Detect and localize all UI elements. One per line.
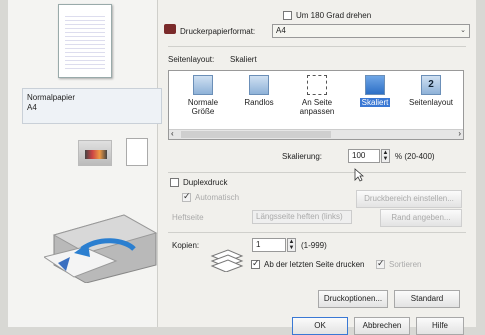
normal-size-icon [193, 75, 213, 95]
copies-range: (1-999) [301, 241, 327, 250]
settings-panel: Um 180 Grad drehen Druckerpapierformat: … [158, 0, 476, 335]
copies-stack-icon [210, 249, 244, 272]
preview-panel: Normalpapier A4 [8, 0, 162, 327]
binding-dropdown[interactable]: Längsseite heften (links) [252, 210, 352, 224]
rotate-180-checkbox[interactable] [283, 11, 292, 20]
layout-item-fit-to-page[interactable]: An Seite anpassen [291, 75, 343, 116]
layout-item-normal[interactable]: Normale Größe [177, 75, 229, 116]
page-preview [58, 4, 112, 78]
ink-cartridge-icon [78, 140, 112, 166]
dialog-frame: Normalpapier A4 Um 180 Grad drehen Druck… [8, 0, 476, 335]
print-area-button[interactable]: Druckbereich einstellen... [356, 190, 462, 208]
copies-label: Kopien: [172, 241, 200, 250]
duplex-checkbox[interactable] [170, 178, 179, 187]
page-layout-current: Skaliert [230, 55, 257, 64]
separator [168, 232, 466, 233]
page-layout-label: Seitenlayout: [168, 55, 215, 64]
scaled-icon [365, 75, 385, 95]
separator [168, 46, 466, 47]
scroll-left-icon[interactable]: ‹ [171, 129, 174, 138]
layout-item-label: Seitenlayout [408, 98, 454, 107]
ok-button[interactable]: OK [292, 317, 348, 335]
collate-checkbox[interactable] [376, 258, 385, 269]
paper-format-label: Druckerpapierformat: [180, 27, 256, 36]
copies-input[interactable]: 1 [252, 238, 286, 252]
layout-item-label: Skaliert [359, 98, 391, 107]
duplex-label: Duplexdruck [183, 178, 228, 187]
layout-scrollbar[interactable]: ‹ › [169, 129, 463, 139]
layout-item-scaled[interactable]: Skaliert [349, 75, 401, 107]
reverse-order-label: Ab der letzten Seite drucken [264, 260, 365, 269]
collate-label: Sortieren [389, 260, 422, 269]
layout-item-label: An Seite anpassen [299, 98, 335, 116]
scaling-spinner[interactable]: ▲ ▼ [381, 149, 390, 163]
borderless-icon [249, 75, 269, 95]
layout-item-borderless[interactable]: Randlos [233, 75, 285, 107]
layout-item-label: Randlos [244, 98, 274, 107]
paper-format-dropdown[interactable]: A4 ⌄ [272, 24, 470, 38]
paper-sheet-icon [126, 138, 148, 166]
help-button[interactable]: Hilfe [416, 317, 464, 335]
binding-value: Längsseite heften (links) [256, 212, 343, 221]
cancel-button[interactable]: Abbrechen [354, 317, 410, 335]
copies-spinner[interactable]: ▲ ▼ [287, 238, 296, 252]
mouse-cursor-icon [354, 168, 364, 182]
duplex-auto-checkbox[interactable] [182, 191, 191, 202]
rotate-180-label: Um 180 Grad drehen [296, 11, 372, 20]
printer-small-icon [164, 24, 176, 34]
binding-label: Heftseite [172, 213, 204, 222]
print-options-button[interactable]: Druckoptionen... [318, 290, 388, 308]
chevron-down-icon: ⌄ [460, 27, 466, 34]
printer-illustration-icon [44, 214, 158, 283]
layout-item-label: Normale Größe [187, 98, 219, 116]
scrollbar-thumb[interactable] [181, 131, 331, 138]
fit-to-page-icon [307, 75, 327, 95]
media-type-text: Normalpapier [27, 93, 76, 102]
copies-value: 1 [256, 240, 261, 249]
layout-item-page-layout[interactable]: 2 Seitenlayout [405, 75, 457, 107]
media-info-box: Normalpapier A4 [22, 88, 162, 124]
duplex-auto-label: Automatisch [195, 193, 240, 202]
paper-format-value: A4 [276, 26, 286, 35]
scaling-range: % (20-400) [395, 152, 435, 161]
scaling-value: 100 [352, 151, 366, 160]
scroll-right-icon[interactable]: › [458, 129, 461, 138]
scaling-label: Skalierung: [282, 152, 323, 161]
page-layout-list[interactable]: Normale Größe Randlos An Seite anpassen … [168, 70, 464, 140]
reverse-order-checkbox[interactable] [251, 258, 260, 269]
page-layout-2up-icon: 2 [421, 75, 441, 95]
standard-button[interactable]: Standard [394, 290, 460, 308]
scaling-input[interactable]: 100 [348, 149, 380, 163]
media-size-text: A4 [27, 103, 37, 112]
separator [168, 172, 466, 173]
margin-button[interactable]: Rand angeben... [380, 209, 462, 227]
